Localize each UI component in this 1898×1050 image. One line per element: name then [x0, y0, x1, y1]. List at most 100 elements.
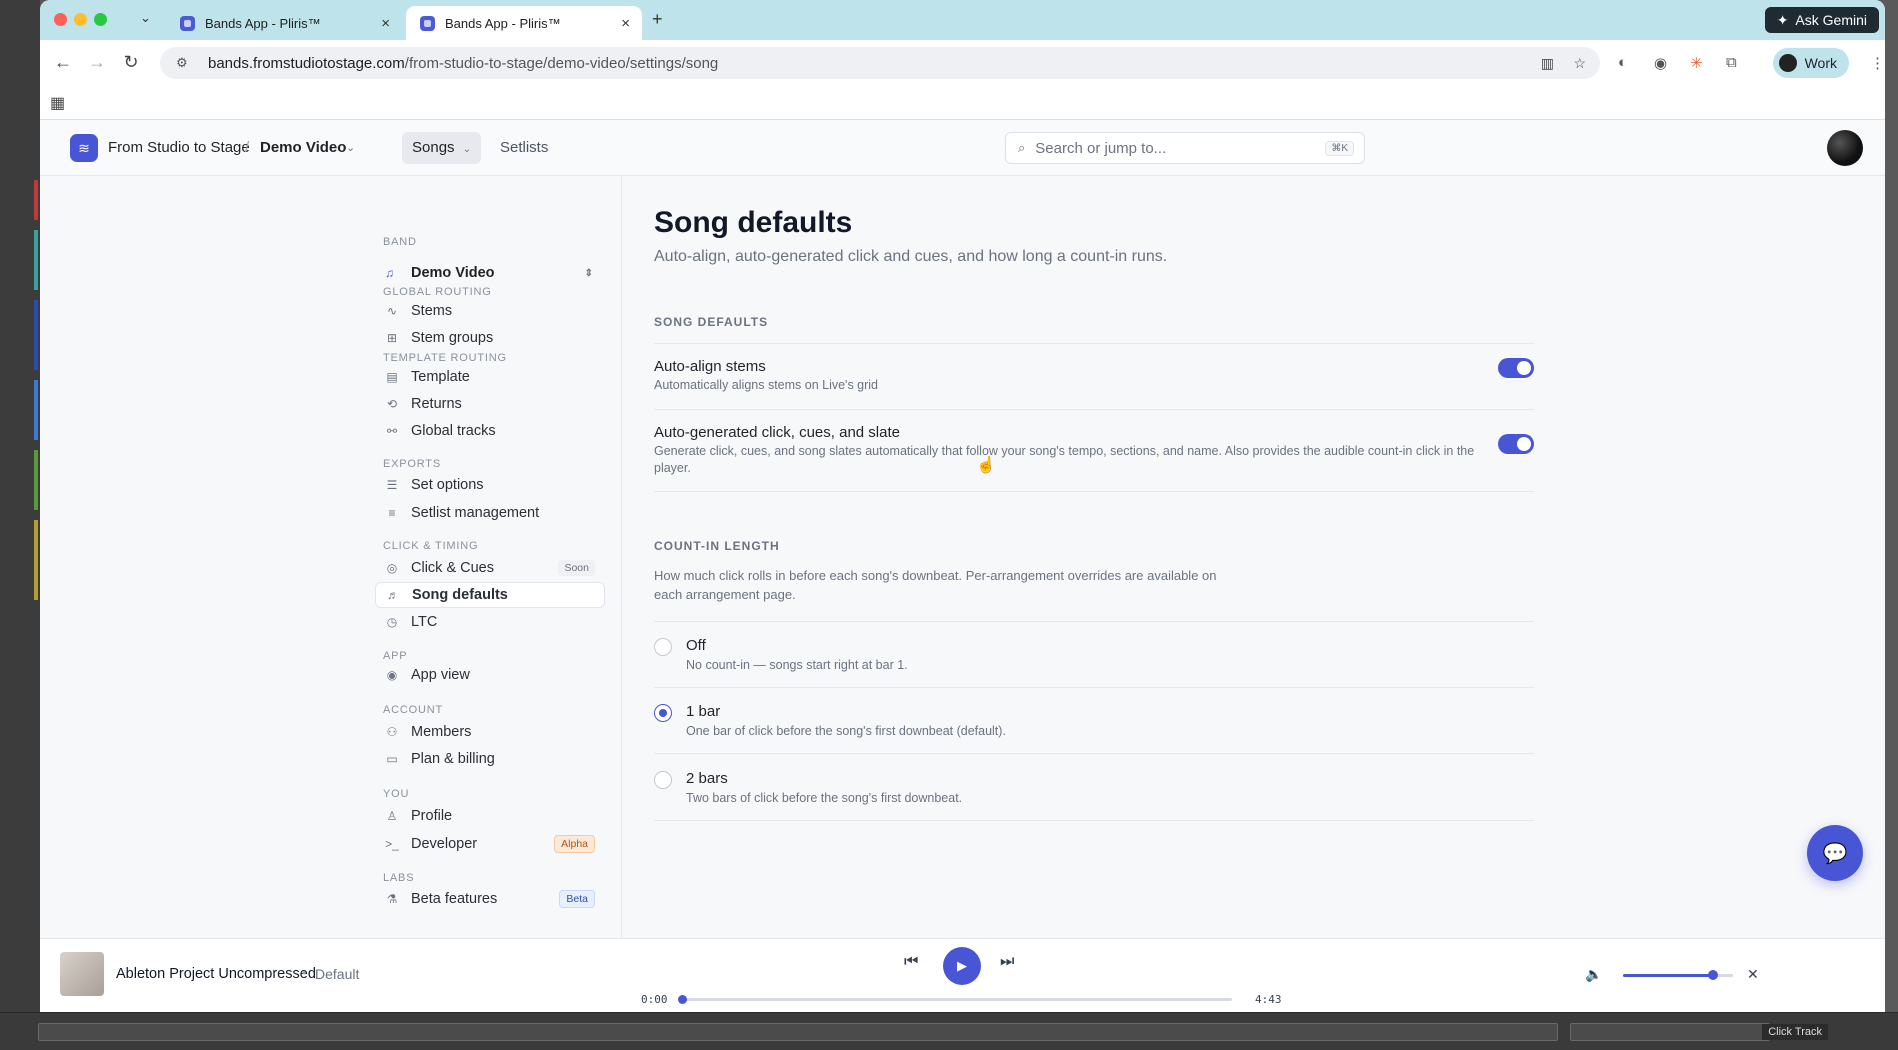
play-button[interactable]: ▶ — [943, 947, 981, 985]
sidebar-item-label: Stem groups — [411, 330, 494, 346]
count-in-1-bar-radio[interactable] — [654, 704, 672, 722]
count-in-1-bar-label[interactable]: 1 bar — [686, 703, 720, 720]
sidebar-item-setlist-management[interactable]: ≡ Setlist management — [375, 500, 605, 526]
sidebar-item-profile[interactable]: ♙ Profile — [375, 803, 605, 829]
chat-bubble-button[interactable]: 💬 — [1807, 825, 1863, 881]
progress-thumb[interactable] — [678, 995, 687, 1004]
app-favicon-icon — [420, 15, 435, 31]
bookmark-star-icon[interactable]: ☆ — [1573, 47, 1586, 79]
section-labs: LABS — [383, 872, 415, 884]
close-window-button[interactable] — [54, 13, 67, 26]
sidebar-item-members[interactable]: ⚇ Members — [375, 719, 605, 745]
search-input[interactable]: ⌕ Search or jump to... ⌘K — [1005, 132, 1365, 164]
minimize-window-button[interactable] — [74, 13, 87, 26]
address-bar[interactable]: ⚙ bands.fromstudiotostage.com/from-studi… — [160, 47, 1600, 79]
sidebar-item-label: Song defaults — [412, 587, 508, 603]
soon-badge: Soon — [558, 560, 595, 576]
auto-click-toggle[interactable] — [1498, 434, 1534, 454]
tab-title: Bands App - Pliris™ — [205, 15, 321, 31]
divider — [654, 491, 1534, 492]
desktop-bar — [1570, 1023, 1770, 1041]
count-in-2-bars-label[interactable]: 2 bars — [686, 770, 728, 787]
user-avatar[interactable] — [1827, 130, 1863, 166]
site-info-icon[interactable]: ⚙ — [176, 55, 194, 71]
track-dot-separator: • — [302, 966, 307, 980]
apps-grid-icon[interactable]: ▦ — [50, 93, 65, 113]
sidebar-item-plan-billing[interactable]: ▭ Plan & billing — [375, 746, 605, 772]
sidebar-item-stem-groups[interactable]: ⊞ Stem groups — [375, 325, 605, 351]
auto-click-title: Auto-generated click, cues, and slate — [654, 424, 900, 441]
sidebar-item-song-defaults[interactable]: ♬ Song defaults — [375, 582, 605, 608]
profile-avatar — [1778, 54, 1797, 72]
reading-mode-icon[interactable]: ▥ — [1541, 47, 1554, 79]
sidebar-item-app-view[interactable]: ◉ App view — [375, 662, 605, 688]
profile-chip[interactable]: Work — [1772, 48, 1849, 78]
beta-badge: Beta — [559, 890, 595, 908]
nav-songs-label: Songs — [412, 139, 455, 156]
profile-label: Work — [1804, 55, 1837, 71]
page-title: Song defaults — [654, 206, 853, 239]
sidebar-item-set-options[interactable]: ☰ Set options — [375, 472, 605, 498]
sidebar-item-developer[interactable]: >_ Developer Alpha — [375, 831, 605, 857]
new-tab-button[interactable]: + — [652, 9, 663, 30]
tab-bands-app[interactable]: Bands App - Pliris™ × — [166, 6, 402, 40]
tab-search-chevron-icon[interactable]: ⌄ — [140, 10, 151, 26]
sidebar-item-global-tracks[interactable]: ⚯ Global tracks — [375, 418, 605, 444]
updown-chevron-icon: ⇕ — [584, 267, 593, 279]
section-global-routing: GLOBAL ROUTING — [383, 286, 492, 298]
close-tab-icon[interactable]: × — [621, 15, 630, 32]
close-tab-icon[interactable]: × — [381, 15, 390, 32]
auto-align-desc: Automatically aligns stems on Live's gri… — [654, 378, 879, 392]
count-in-off-label[interactable]: Off — [686, 637, 706, 654]
volume-slider[interactable] — [1623, 970, 1733, 980]
auto-align-toggle[interactable] — [1498, 358, 1534, 378]
app-logo-icon[interactable]: ≋ — [70, 134, 98, 162]
count-in-off-radio[interactable] — [654, 638, 672, 656]
sidebar-item-stems[interactable]: ∿ Stems — [375, 298, 605, 324]
sidebar-item-click-cues[interactable]: ◎ Click & Cues Soon — [375, 555, 605, 581]
password-extension-icon[interactable]: ◐ — [1618, 54, 1627, 71]
app-header: ≋ From Studio to Stage / Demo Video ⌄ So… — [40, 120, 1885, 176]
sidebar-item-template[interactable]: ▤ Template — [375, 364, 605, 390]
band-select[interactable]: ♫ Demo Video ⇕ — [375, 260, 605, 286]
skip-next-icon[interactable]: ⏭ — [1000, 953, 1014, 971]
divider — [654, 343, 1534, 344]
chat-bubble-icon: 💬 — [1822, 842, 1848, 865]
volume-icon[interactable]: 🔈 — [1585, 966, 1602, 983]
desktop-stripe — [34, 230, 38, 290]
volume-thumb[interactable] — [1708, 970, 1719, 980]
sidebar-item-label: App view — [411, 667, 470, 683]
count-in-2-bars-radio[interactable] — [654, 771, 672, 789]
toggle-knob — [1517, 437, 1531, 451]
back-arrow-icon[interactable]: ← — [52, 52, 74, 73]
nav-setlists[interactable]: Setlists — [490, 132, 558, 164]
breadcrumb-project[interactable]: Demo Video — [260, 139, 346, 156]
section-app: APP — [383, 650, 408, 662]
forward-arrow-icon[interactable]: → — [86, 52, 108, 73]
close-player-icon[interactable]: ✕ — [1747, 966, 1759, 983]
zoom-window-button[interactable] — [94, 13, 107, 26]
sidebar-item-returns[interactable]: ⟲ Returns — [375, 391, 605, 417]
skip-previous-icon[interactable]: ⏮ — [904, 953, 918, 971]
tab-bands-app-active[interactable]: Bands App - Pliris™ × — [406, 6, 642, 40]
auto-align-title: Auto-align stems — [654, 358, 766, 375]
divider — [654, 409, 1534, 410]
reload-icon[interactable]: ↻ — [120, 52, 142, 73]
extensions-puzzle-icon[interactable]: ⧉ — [1726, 54, 1737, 71]
project-chevron-down-icon[interactable]: ⌄ — [346, 141, 355, 154]
sidebar-item-beta-features[interactable]: ⚗ Beta features Beta — [375, 886, 605, 912]
repeat-icon: ⟲ — [386, 397, 398, 411]
browser-menu-icon[interactable]: ⋮ — [1870, 54, 1885, 72]
sidebar-item-ltc[interactable]: ◷ LTC — [375, 609, 605, 635]
breadcrumb-org[interactable]: From Studio to Stage — [108, 139, 250, 156]
progress-slider[interactable] — [678, 995, 1232, 1004]
user-icon: ♙ — [386, 809, 398, 823]
sidebar-item-label: Members — [411, 724, 472, 740]
desktop-left-strip — [0, 0, 40, 1050]
claude-extension-icon[interactable]: ✳ — [1690, 54, 1703, 72]
camera-extension-icon[interactable]: ◉ — [1654, 54, 1667, 72]
nav-songs[interactable]: Songs ⌄ — [402, 132, 482, 164]
ask-gemini-button[interactable]: ✦ Ask Gemini — [1764, 7, 1879, 33]
broadcast-icon: ◎ — [386, 561, 398, 575]
browser-window: ⌄ Bands App - Pliris™ × Bands App - Plir… — [40, 0, 1885, 1012]
